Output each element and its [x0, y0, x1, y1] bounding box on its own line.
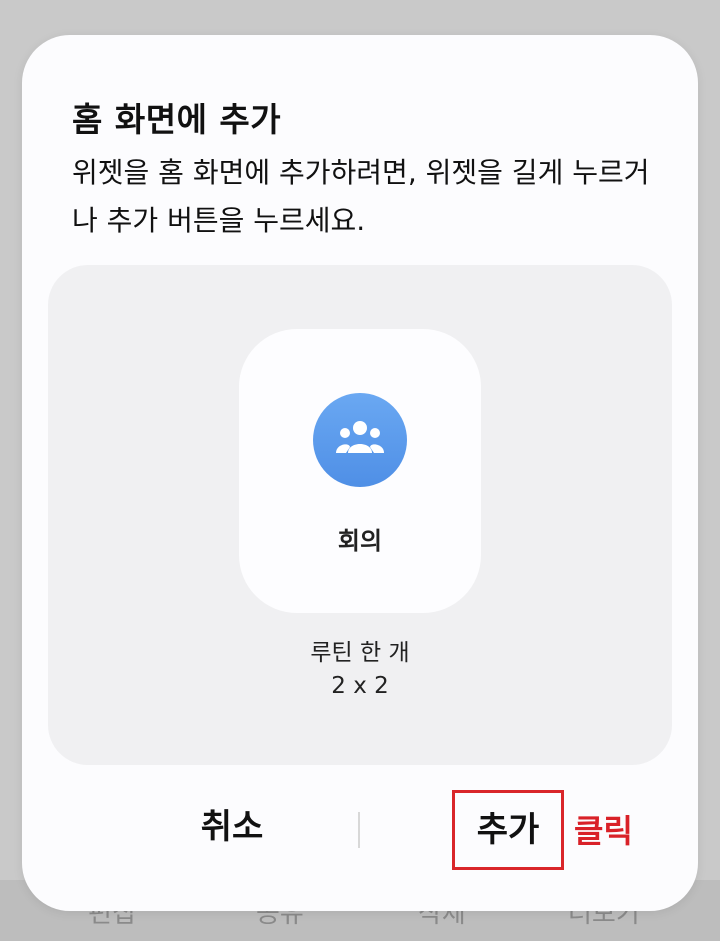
widget-size: 2 x 2: [331, 673, 389, 699]
cancel-button[interactable]: 취소: [132, 797, 332, 857]
dialog-description: 위젯을 홈 화면에 추가하려면, 위젯을 길게 누르거나 추가 버튼을 누르세요…: [72, 156, 650, 237]
dialog-title: 홈 화면에 추가: [72, 100, 282, 139]
widget-preview-area: 회의 루틴 한 개 2 x 2: [48, 265, 672, 765]
widget-name: 회의: [337, 527, 383, 555]
add-to-home-dialog: 홈 화면에 추가 위젯을 홈 화면에 추가하려면, 위젯을 길게 누르거나 추가…: [22, 35, 698, 911]
widget-card[interactable]: 회의: [239, 329, 481, 613]
add-button[interactable]: 추가: [452, 790, 564, 870]
click-annotation-label: 클릭: [574, 812, 633, 850]
widget-description: 루틴 한 개: [310, 640, 410, 666]
people-group-icon: [313, 393, 407, 487]
button-divider: [358, 812, 360, 848]
